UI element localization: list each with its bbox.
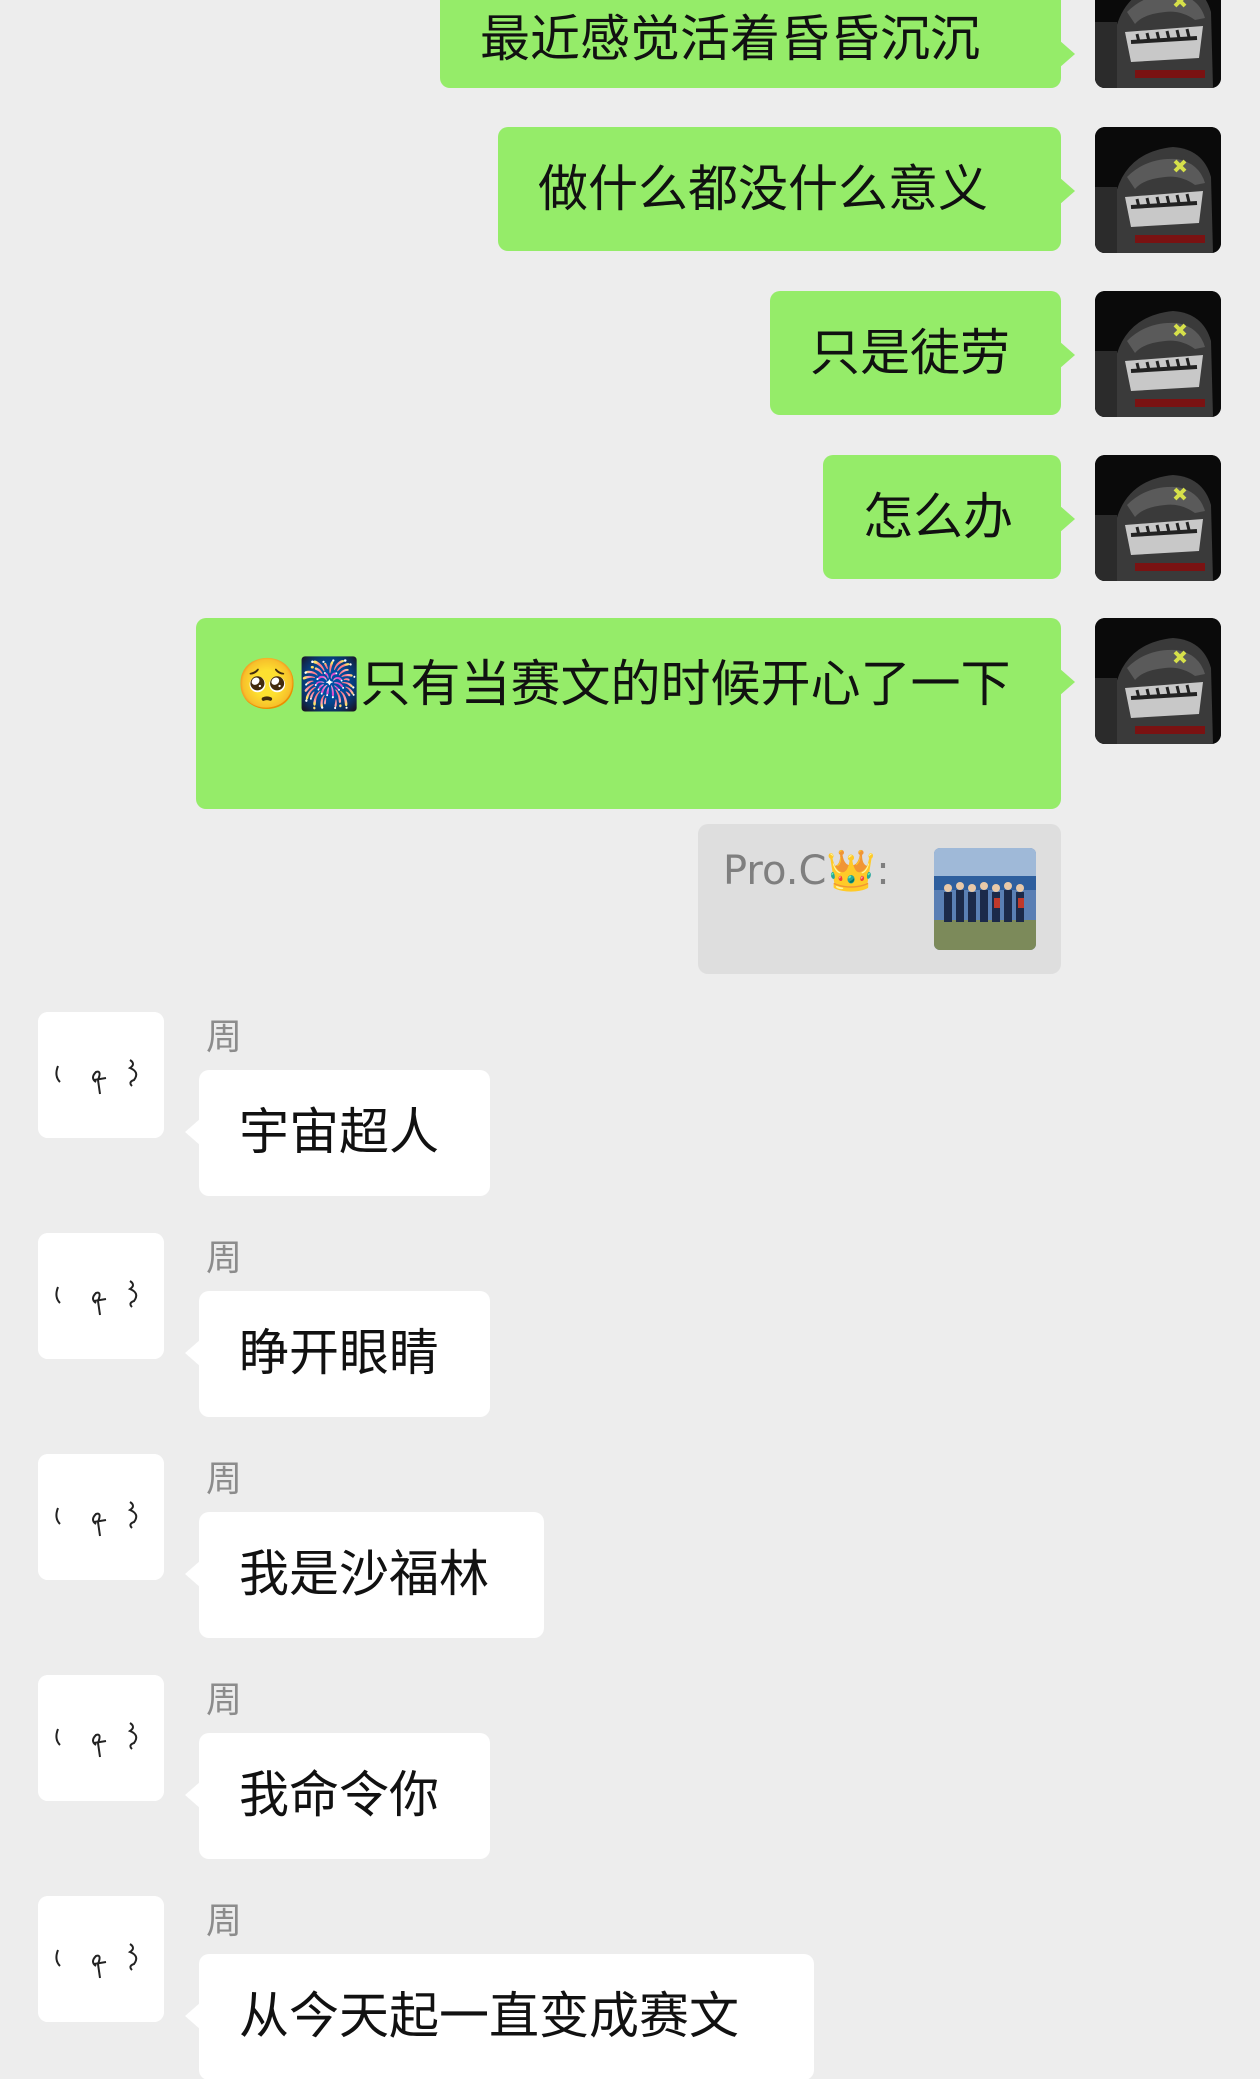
outgoing-message[interactable]: 做什么都没什么意义 bbox=[498, 127, 1075, 251]
quote-photo-thumbnail[interactable] bbox=[934, 848, 1036, 950]
message-text: 只有当赛文的时候开心了一下 bbox=[360, 655, 1011, 713]
self-avatar[interactable] bbox=[1095, 618, 1221, 744]
incoming-message[interactable]: 我是沙福林 bbox=[185, 1512, 544, 1638]
quote-text: Pro.C👑: bbox=[723, 848, 890, 894]
handwriting-avatar-icon bbox=[38, 1454, 164, 1580]
sender-name: 周 bbox=[206, 1459, 243, 1500]
sender-avatar[interactable] bbox=[38, 1675, 164, 1801]
chat-window[interactable]: 最近感觉活着昏昏沉沉 做什么都没什么意义 只是徒劳 怎么办 🥺🎆只有当赛文的时候… bbox=[0, 0, 1260, 2079]
outgoing-message[interactable]: 最近感觉活着昏昏沉沉 bbox=[440, 0, 1075, 88]
outgoing-message[interactable]: 只是徒劳 bbox=[770, 291, 1075, 415]
self-avatar[interactable] bbox=[1095, 127, 1221, 253]
sender-name: 周 bbox=[206, 1680, 243, 1721]
message-text: 做什么都没什么意义 bbox=[538, 160, 988, 218]
handwriting-avatar-icon bbox=[38, 1233, 164, 1359]
sender-name: 周 bbox=[206, 1017, 243, 1058]
shark-avatar-icon bbox=[1095, 455, 1221, 581]
outgoing-message[interactable]: 🥺🎆只有当赛文的时候开心了一下 bbox=[196, 618, 1075, 809]
handwriting-avatar-icon bbox=[38, 1896, 164, 2022]
incoming-message[interactable]: 从今天起一直变成赛文 bbox=[185, 1954, 814, 2079]
message-text: 我命令你 bbox=[239, 1766, 439, 1824]
self-avatar[interactable] bbox=[1095, 291, 1221, 417]
incoming-message[interactable]: 睁开眼睛 bbox=[185, 1291, 490, 1417]
sender-avatar[interactable] bbox=[38, 1454, 164, 1580]
self-avatar[interactable] bbox=[1095, 455, 1221, 581]
message-text: 宇宙超人 bbox=[239, 1103, 439, 1161]
quoted-message[interactable]: Pro.C👑: bbox=[698, 824, 1061, 974]
sender-name: 周 bbox=[206, 1901, 243, 1942]
message-text: 睁开眼睛 bbox=[239, 1324, 439, 1382]
sender-name: 周 bbox=[206, 1238, 243, 1279]
team-photo-icon bbox=[934, 848, 1036, 950]
shark-avatar-icon bbox=[1095, 291, 1221, 417]
handwriting-avatar-icon bbox=[38, 1675, 164, 1801]
handwriting-avatar-icon bbox=[38, 1012, 164, 1138]
message-text: 只是徒劳 bbox=[810, 324, 1010, 382]
message-text: 最近感觉活着昏昏沉沉 bbox=[480, 10, 980, 68]
self-avatar[interactable] bbox=[1095, 0, 1221, 88]
sender-avatar[interactable] bbox=[38, 1233, 164, 1359]
shark-avatar-icon bbox=[1095, 127, 1221, 253]
message-text: 从今天起一直变成赛文 bbox=[239, 1987, 739, 2045]
emoji-icon: 🥺🎆 bbox=[236, 655, 361, 713]
message-text: 怎么办 bbox=[863, 488, 1013, 546]
sender-avatar[interactable] bbox=[38, 1012, 164, 1138]
shark-avatar-icon bbox=[1095, 618, 1221, 744]
incoming-message[interactable]: 宇宙超人 bbox=[185, 1070, 490, 1196]
incoming-message[interactable]: 我命令你 bbox=[185, 1733, 490, 1859]
shark-avatar-icon bbox=[1095, 0, 1221, 88]
message-text: 我是沙福林 bbox=[239, 1545, 489, 1603]
outgoing-message[interactable]: 怎么办 bbox=[823, 455, 1075, 579]
sender-avatar[interactable] bbox=[38, 1896, 164, 2022]
